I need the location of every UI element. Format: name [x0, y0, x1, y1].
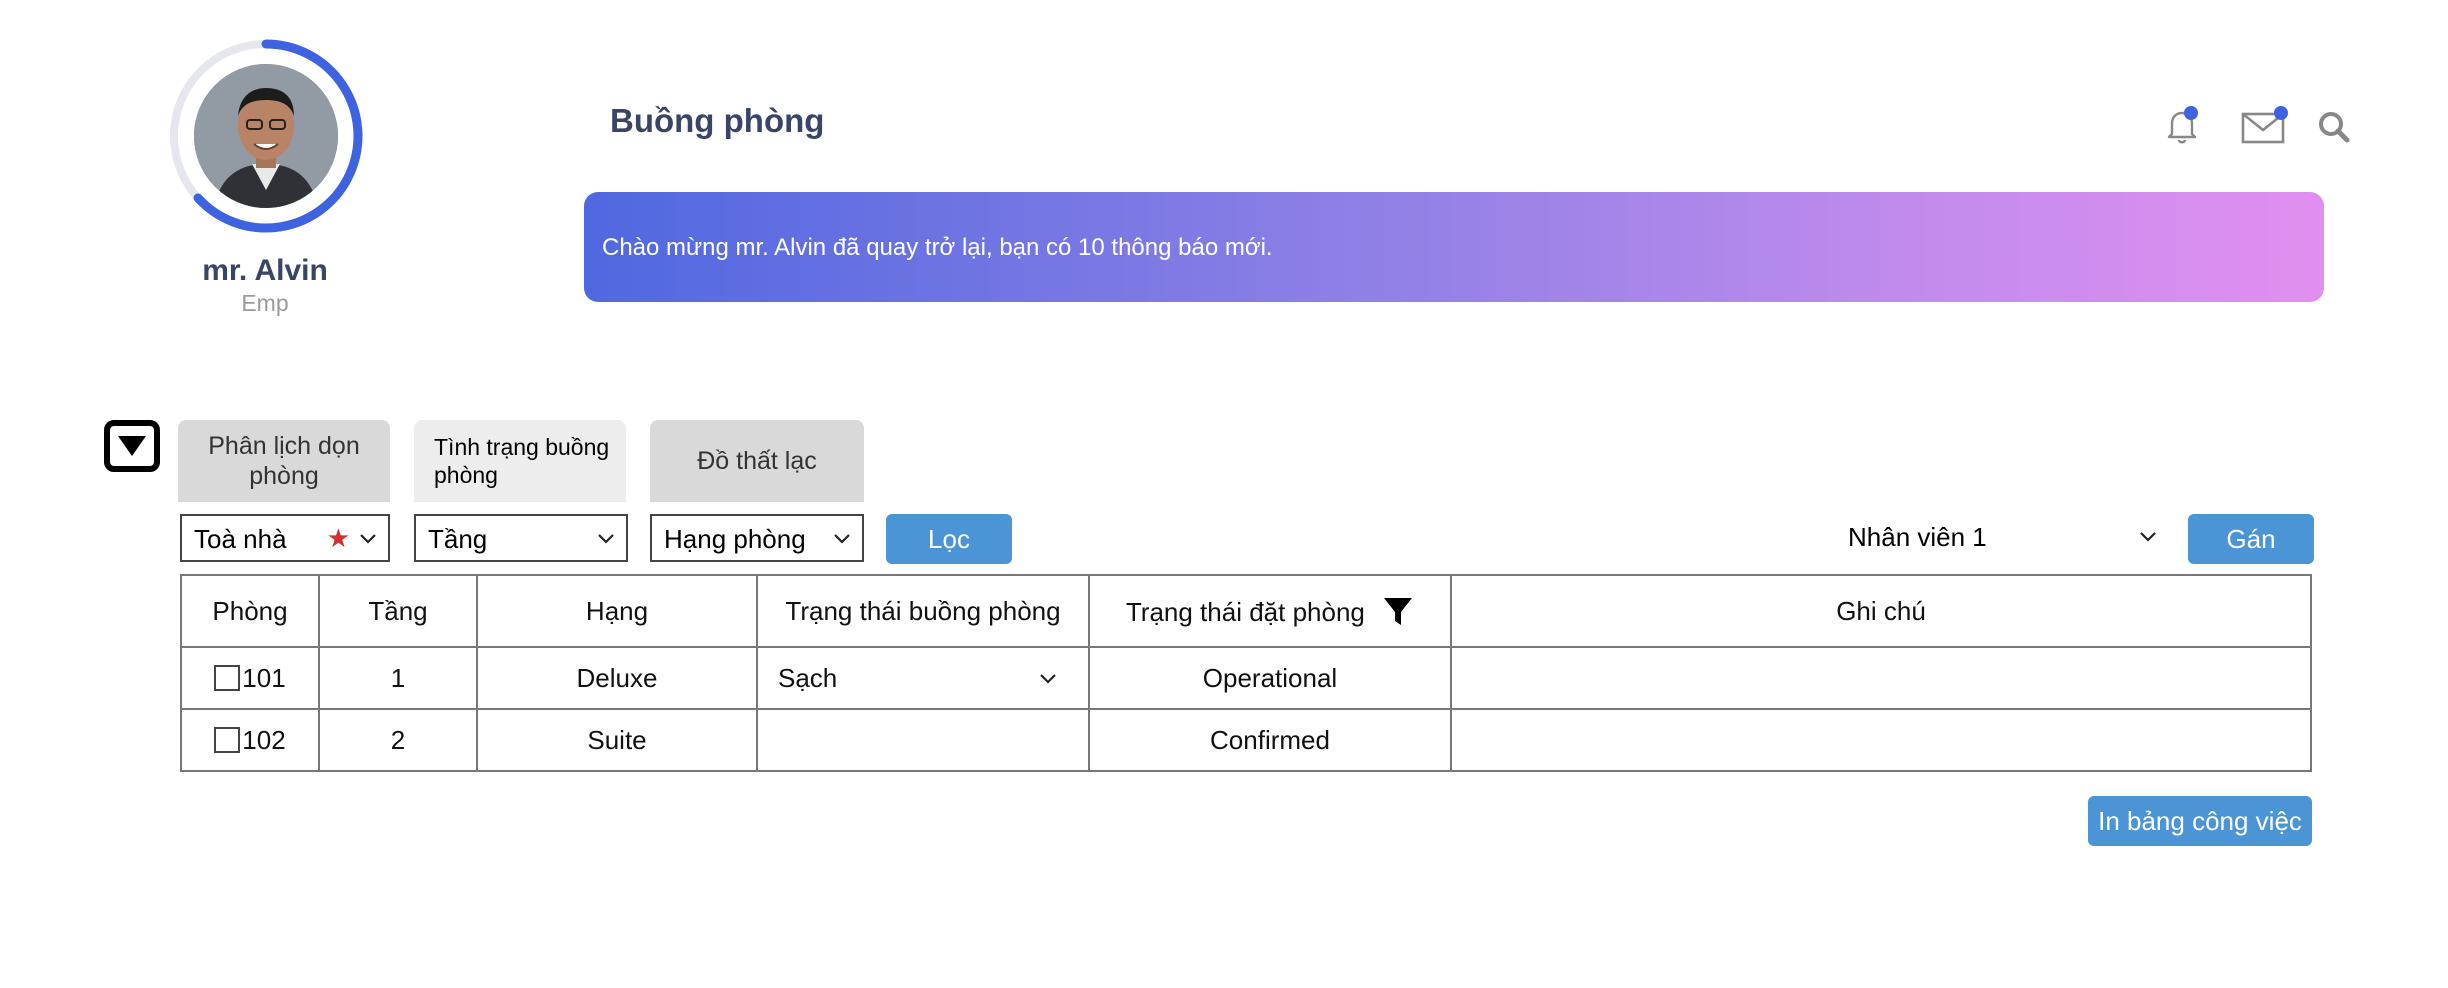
building-select-value: Toà nhà	[194, 524, 287, 554]
column-header-class: Hạng	[476, 574, 758, 648]
assign-button[interactable]: Gán	[2188, 514, 2314, 564]
tab-cleaning-schedule[interactable]: Phân lịch dọn phòng	[178, 420, 390, 502]
bell-icon[interactable]	[2160, 104, 2204, 148]
class-cell: Deluxe	[476, 646, 758, 710]
housekeeping-status-select[interactable]: Sạch	[756, 646, 1090, 710]
required-star-icon: ★	[326, 523, 350, 553]
room-number: 101	[242, 662, 286, 693]
user-name: mr. Alvin	[202, 254, 328, 287]
column-header-room: Phòng	[180, 574, 320, 648]
filter-funnel-icon[interactable]	[1382, 595, 1414, 627]
table-row: 102 2 Suite Confirmed	[180, 708, 2312, 772]
avatar[interactable]	[168, 38, 364, 234]
housekeeping-page: mr. Alvin Emp Buồng phòng Chào mừng mr. …	[0, 0, 2448, 988]
chevron-down-icon	[1040, 674, 1056, 684]
building-select[interactable]: Toà nhà ★	[180, 514, 390, 562]
note-cell[interactable]	[1450, 708, 2312, 772]
housekeeping-status-cell[interactable]	[756, 708, 1090, 772]
print-worksheet-button[interactable]: In bảng công việc	[2088, 796, 2312, 846]
column-header-booking-status: Trạng thái đặt phòng	[1088, 574, 1452, 648]
table-header-row: Phòng Tầng Hạng Trạng thái buồng phòng T…	[180, 574, 2312, 648]
triangle-down-icon	[118, 436, 146, 456]
tab-room-status[interactable]: Tình trạng buồng phòng	[414, 420, 626, 502]
row-checkbox[interactable]	[214, 726, 241, 753]
room-class-select[interactable]: Hạng phòng	[650, 514, 864, 562]
housekeeping-status-value: Sạch	[778, 662, 838, 693]
floor-cell: 2	[318, 708, 478, 772]
booking-status-cell: Confirmed	[1088, 708, 1452, 772]
room-cell: 101	[180, 646, 320, 710]
chevron-down-icon	[2140, 532, 2156, 542]
column-header-note: Ghi chú	[1450, 574, 2312, 648]
mail-icon[interactable]	[2238, 104, 2290, 148]
bell-notification-dot	[2184, 106, 2198, 120]
floor-select-value: Tầng	[428, 524, 488, 554]
avatar-photo	[194, 64, 338, 208]
floor-cell: 1	[318, 646, 478, 710]
chevron-down-icon	[834, 534, 850, 544]
tab-lost-and-found[interactable]: Đồ thất lạc	[650, 420, 864, 502]
chevron-down-icon	[360, 534, 376, 544]
mail-notification-dot	[2274, 106, 2288, 120]
note-cell[interactable]	[1450, 646, 2312, 710]
filter-button[interactable]: Lọc	[886, 514, 1012, 564]
user-role: Emp	[241, 290, 289, 316]
staff-select-value: Nhân viên 1	[1848, 522, 1987, 552]
collapse-toggle-button[interactable]	[104, 420, 160, 472]
room-cell: 102	[180, 708, 320, 772]
search-icon[interactable]	[2312, 104, 2356, 148]
floor-select[interactable]: Tầng	[414, 514, 628, 562]
welcome-banner: Chào mừng mr. Alvin đã quay trở lại, bạn…	[584, 192, 2324, 302]
booking-status-header-label: Trạng thái đặt phòng	[1125, 596, 1365, 627]
column-header-housekeeping-status: Trạng thái buồng phòng	[756, 574, 1090, 648]
class-cell: Suite	[476, 708, 758, 772]
room-status-table: Phòng Tầng Hạng Trạng thái buồng phòng T…	[180, 574, 2312, 772]
column-header-floor: Tầng	[318, 574, 478, 648]
room-number: 102	[242, 724, 286, 755]
room-class-select-value: Hạng phòng	[664, 524, 806, 554]
page-title: Buồng phòng	[610, 102, 825, 139]
table-row: 101 1 Deluxe Sạch Operational	[180, 646, 2312, 710]
booking-status-cell: Operational	[1088, 646, 1452, 710]
chevron-down-icon	[598, 534, 614, 544]
staff-select[interactable]: Nhân viên 1	[1832, 514, 2158, 562]
row-checkbox[interactable]	[214, 664, 241, 691]
